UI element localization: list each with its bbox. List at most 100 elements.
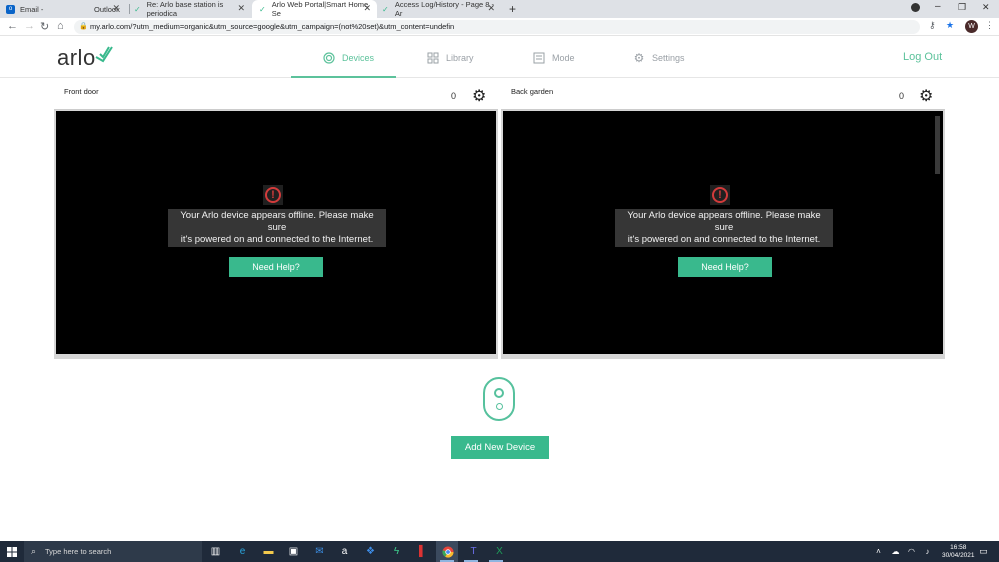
tab-label: Arlo Web Portal|Smart Home Se <box>271 0 369 18</box>
taskbar-search[interactable]: ⌕ Type here to search <box>24 541 202 562</box>
need-help-button[interactable]: Need Help? <box>229 257 323 277</box>
camera-clip-count: 0 <box>899 91 905 101</box>
log-out-link[interactable]: Log Out <box>903 51 942 63</box>
tab-arlo-forum[interactable]: ✓ Re: Arlo base station is periodica ✕ <box>133 0 251 18</box>
task-view-icon[interactable]: ▥ <box>209 545 222 558</box>
windows-taskbar: ⌕ Type here to search ▥ e ▬ ▣ ✉ a ❖ ϟ ▌ … <box>0 541 999 562</box>
camera-header: Front door 0 ⚙ <box>54 85 498 110</box>
mail-icon[interactable]: ✉ <box>313 545 326 558</box>
edge-icon[interactable]: e <box>236 545 249 558</box>
close-tab-icon[interactable]: ✕ <box>487 3 495 14</box>
dropbox-icon[interactable]: ❖ <box>364 545 377 558</box>
new-tab-button[interactable]: + <box>509 2 516 16</box>
app-header: arlo Devices Library Mode ⚙ Settings Log… <box>0 36 999 78</box>
menu-icon[interactable]: ⋮ <box>985 20 994 31</box>
chrome-icon[interactable] <box>441 545 454 558</box>
notifications-icon[interactable]: ▭ <box>977 545 990 558</box>
active-tab-indicator <box>291 76 396 78</box>
offline-message: Your Arlo device appears offline. Please… <box>615 209 833 247</box>
camera-card-back-garden: Back garden 0 ⚙ ! Your Arlo device appea… <box>501 85 945 359</box>
file-explorer-icon[interactable]: ▬ <box>262 545 275 558</box>
minimize-icon[interactable]: – <box>935 1 941 12</box>
devices-icon <box>323 52 335 64</box>
forward-icon[interactable]: → <box>24 20 35 32</box>
windows-logo-icon <box>7 546 17 557</box>
url-text: my.arlo.com/?utm_medium=organic&utm_sour… <box>90 22 455 31</box>
network-icon[interactable]: ☁ <box>889 545 902 558</box>
camera-name: Back garden <box>511 87 554 96</box>
volume-icon[interactable]: ♪ <box>921 545 934 558</box>
offline-message: Your Arlo device appears offline. Please… <box>168 209 386 247</box>
lock-icon: 🔒 <box>79 23 88 30</box>
acrobat-icon[interactable]: ▌ <box>416 545 429 558</box>
close-tab-icon[interactable]: ✕ <box>112 3 120 14</box>
reload-icon[interactable]: ↻ <box>40 20 49 33</box>
settings-icon: ⚙ <box>633 51 645 65</box>
add-new-device-button[interactable]: Add New Device <box>451 436 549 459</box>
feed-scrollbar[interactable] <box>935 116 940 174</box>
offline-message-line2: it's powered on and connected to the Int… <box>180 234 374 245</box>
arlo-icon: ✓ <box>133 4 141 14</box>
clock-time: 16:58 <box>950 544 967 551</box>
amazon-icon[interactable]: a <box>338 545 351 558</box>
browser-toolbar: ← → ↻ ⌂ 🔒 my.arlo.com/?utm_medium=organi… <box>0 18 999 36</box>
clock-date: 30/04/2021 <box>942 552 975 559</box>
taskbar-clock[interactable]: 16:58 30/04/2021 <box>942 544 975 560</box>
tab-label: Access Log/History - Page 8 - Ar <box>394 0 495 18</box>
profile-avatar[interactable]: W <box>965 20 978 33</box>
camera-card-front-door: Front door 0 ⚙ ! Your Arlo device appear… <box>54 85 498 359</box>
restore-icon[interactable]: ❐ <box>958 2 966 13</box>
close-tab-icon[interactable]: ✕ <box>237 3 245 14</box>
arlo-bird-icon <box>95 46 113 63</box>
arlo-icon: ✓ <box>382 4 389 14</box>
offline-warning-icon: ! <box>263 185 283 205</box>
offline-message-line1: Your Arlo device appears offline. Please… <box>627 210 821 233</box>
browser-tab-strip: o Email - Outlook ✕ ✓ Re: Arlo base stat… <box>0 0 999 18</box>
close-tab-icon[interactable]: ✕ <box>363 3 371 14</box>
show-hidden-icons-icon[interactable]: ˄ <box>872 545 885 558</box>
app-icon-green[interactable]: ϟ <box>390 545 403 558</box>
nav-library[interactable]: Library <box>427 52 474 64</box>
tab-access-log[interactable]: ✓ Access Log/History - Page 8 - Ar ✕ <box>381 0 501 18</box>
arlo-device-icon <box>483 377 515 421</box>
offline-warning-icon: ! <box>710 185 730 205</box>
camera-feed[interactable]: ! Your Arlo device appears offline. Plea… <box>503 111 943 354</box>
nav-settings[interactable]: ⚙ Settings <box>633 51 685 65</box>
excel-icon[interactable]: X <box>493 545 506 558</box>
camera-settings-gear-icon[interactable]: ⚙ <box>472 89 486 105</box>
nav-label: Library <box>446 53 474 63</box>
nav-label: Settings <box>652 53 685 63</box>
tab-label: Re: Arlo base station is periodica <box>146 0 224 18</box>
key-icon[interactable]: ⚷ <box>929 20 936 31</box>
store-icon[interactable]: ▣ <box>287 545 300 558</box>
start-button[interactable] <box>0 541 24 562</box>
camera-settings-gear-icon[interactable]: ⚙ <box>919 89 933 105</box>
tab-arlo-web-portal[interactable]: ✓ Arlo Web Portal|Smart Home Se ✕ <box>252 0 377 18</box>
wifi-icon[interactable]: ◠ <box>905 545 918 558</box>
teams-icon[interactable]: T <box>467 545 480 558</box>
back-icon[interactable]: ← <box>7 20 18 32</box>
need-help-button[interactable]: Need Help? <box>678 257 772 277</box>
camera-feed[interactable]: ! Your Arlo device appears offline. Plea… <box>56 111 496 354</box>
camera-name: Front door <box>64 87 99 96</box>
arlo-logo[interactable]: arlo <box>57 45 113 71</box>
nav-label: Mode <box>552 53 575 63</box>
address-bar[interactable]: 🔒 my.arlo.com/?utm_medium=organic&utm_so… <box>74 20 920 34</box>
search-placeholder: Type here to search <box>45 547 112 556</box>
close-window-icon[interactable]: ✕ <box>982 2 990 13</box>
record-icon[interactable] <box>911 3 920 12</box>
tab-email[interactable]: o Email - Outlook ✕ <box>6 0 126 18</box>
nav-label: Devices <box>342 53 375 63</box>
nav-devices[interactable]: Devices <box>323 52 374 64</box>
nav-mode[interactable]: Mode <box>533 52 575 64</box>
tab-label: Email - <box>20 4 44 14</box>
camera-header: Back garden 0 ⚙ <box>501 85 945 110</box>
arlo-icon: ✓ <box>259 4 266 14</box>
bookmark-star-icon[interactable]: ★ <box>946 20 954 31</box>
mode-icon <box>533 52 545 64</box>
home-icon[interactable]: ⌂ <box>57 20 64 32</box>
search-icon: ⌕ <box>31 546 37 556</box>
offline-message-line1: Your Arlo device appears offline. Please… <box>180 210 374 233</box>
camera-clip-count: 0 <box>451 91 457 101</box>
library-icon <box>427 52 439 64</box>
